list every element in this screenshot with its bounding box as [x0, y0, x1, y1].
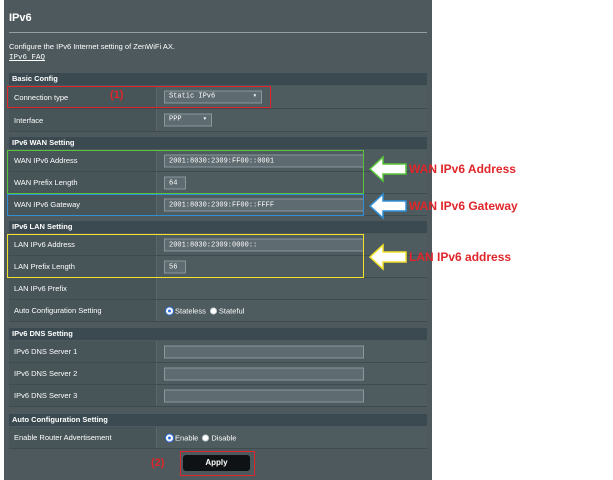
section-dns-setting: IPv6 DNS Setting — [9, 328, 427, 340]
section-wan-setting: IPv6 WAN Setting — [9, 137, 427, 149]
dns3-label: IPv6 DNS Server 3 — [9, 385, 157, 406]
dns2-input[interactable] — [164, 367, 364, 380]
stateless-radio[interactable] — [166, 307, 173, 314]
auto-config-cell: Stateless Stateful — [158, 300, 427, 321]
section-lan-setting: IPv6 LAN Setting — [9, 221, 427, 233]
annotation-box-apply — [180, 451, 255, 476]
interface-select[interactable]: PPP ▾ — [164, 113, 212, 127]
annotation-box-wan-address — [7, 150, 364, 194]
row-interface: Interface PPP ▾ — [9, 109, 427, 132]
annotation-marker-2: (2) — [151, 457, 165, 469]
annotation-box-lan-address — [7, 234, 364, 278]
yellow-arrow-icon — [368, 243, 407, 271]
annotation-wan-gateway-label: WAN IPv6 Gateway — [409, 199, 518, 213]
row-auto-config: Auto Configuration Setting Stateless Sta… — [9, 300, 427, 322]
green-arrow-icon — [368, 155, 407, 183]
row-router-adv: Enable Router Advertisement Enable Disab… — [9, 427, 427, 449]
annotation-lan-address-label: LAN IPv6 address — [409, 250, 512, 264]
page-description: Configure the IPv6 Internet setting of Z… — [9, 42, 175, 51]
section-basic-config: Basic Config — [9, 73, 427, 85]
router-adv-cell: Enable Disable — [158, 427, 427, 448]
annotation-marker-1: (1) — [110, 89, 124, 101]
disable-label: Disable — [211, 433, 237, 442]
enable-label: Enable — [175, 433, 199, 442]
chevron-down-icon: ▾ — [202, 115, 207, 124]
dns3-input[interactable] — [164, 389, 364, 402]
ipv6-faq-link[interactable]: IPv6 FAQ — [9, 54, 45, 62]
stateful-radio[interactable] — [209, 307, 217, 314]
annotation-box-wan-gateway — [7, 194, 364, 216]
lan-ipv6-prefix-cell — [158, 278, 427, 299]
dns2-cell — [158, 363, 427, 384]
interface-value: PPP — [169, 115, 182, 124]
annotation-wan-address-label: WAN IPv6 Address — [409, 162, 516, 176]
enable-radio[interactable] — [166, 434, 173, 441]
section-auto-config: Auto Configuration Setting — [9, 414, 427, 426]
lan-ipv6-prefix-label: LAN IPv6 Prefix — [9, 278, 157, 299]
row-lan-ipv6-prefix: LAN IPv6 Prefix — [9, 278, 427, 300]
auto-config-label: Auto Configuration Setting — [9, 300, 157, 321]
stateful-label: Stateful — [218, 306, 245, 315]
interface-label: Interface — [9, 109, 157, 131]
dns1-cell — [158, 341, 427, 362]
annotation-box-connection-type — [7, 86, 271, 108]
page-title: IPv6 — [9, 12, 32, 24]
blue-arrow-icon — [368, 192, 407, 220]
auto-config-radio-group: Stateless Stateful — [166, 306, 244, 315]
dns2-label: IPv6 DNS Server 2 — [9, 363, 157, 384]
row-dns2: IPv6 DNS Server 2 — [9, 363, 427, 385]
row-dns3: IPv6 DNS Server 3 — [9, 385, 427, 407]
stateless-label: Stateless — [175, 306, 206, 315]
row-dns1: IPv6 DNS Server 1 — [9, 341, 427, 363]
router-adv-radio-group: Enable Disable — [166, 433, 236, 442]
title-divider — [9, 32, 427, 33]
dns3-cell — [158, 385, 427, 406]
dns1-label: IPv6 DNS Server 1 — [9, 341, 157, 362]
router-adv-label: Enable Router Advertisement — [9, 427, 157, 448]
dns1-input[interactable] — [164, 345, 364, 358]
interface-cell: PPP ▾ — [158, 109, 427, 131]
disable-radio[interactable] — [202, 434, 210, 441]
